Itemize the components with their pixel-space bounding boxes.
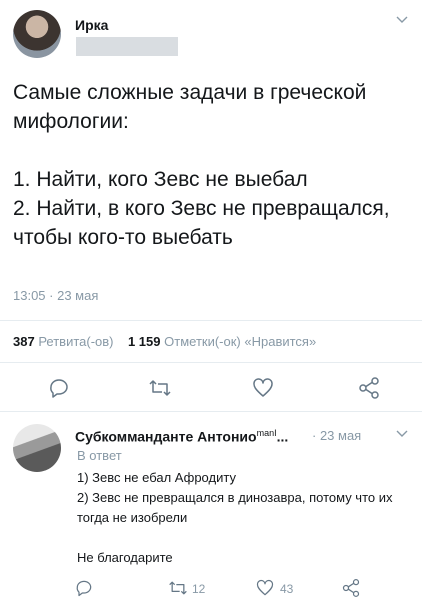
like-icon[interactable] — [255, 578, 275, 598]
reply-author-avatar[interactable] — [13, 424, 61, 472]
reply-author-ellipsis: ... — [276, 428, 289, 445]
chevron-down-icon[interactable] — [395, 12, 409, 26]
chevron-down-icon[interactable] — [395, 426, 409, 440]
reply-likes-count: 43 — [280, 582, 294, 596]
reply-author-name-text: Субкомманданте Антонио — [75, 428, 257, 445]
divider — [0, 362, 422, 363]
tweet-stats: 387 Ретвита(-ов) 1 159 Отметки(-ок) «Нра… — [13, 334, 316, 349]
reply-icon[interactable] — [74, 578, 94, 598]
tweet-text: Самые сложные задачи в греческой мифолог… — [13, 81, 390, 249]
likes-count[interactable]: 1 159 — [128, 334, 161, 349]
tweet-timestamp[interactable]: 13:05 · 23 мая — [13, 288, 98, 303]
author-avatar[interactable] — [13, 10, 61, 58]
retweet-icon[interactable] — [168, 578, 188, 598]
like-icon[interactable] — [251, 376, 275, 400]
reply-author-name-suffix: manI — [256, 428, 277, 438]
author-handle-redacted — [76, 37, 178, 56]
reply-retweets-count: 12 — [192, 582, 206, 596]
share-icon[interactable] — [341, 578, 361, 598]
reply-to-label[interactable]: В ответ — [77, 448, 122, 463]
author-name[interactable]: Ирка — [75, 17, 108, 33]
retweets-count[interactable]: 387 — [13, 334, 35, 349]
divider — [0, 320, 422, 321]
retweets-label[interactable]: Ретвита(-ов) — [38, 334, 113, 349]
retweet-icon[interactable] — [148, 376, 172, 400]
divider — [0, 411, 422, 412]
reply-icon[interactable] — [47, 376, 71, 400]
likes-label[interactable]: Отметки(-ок) «Нравится» — [164, 334, 316, 349]
share-icon[interactable] — [357, 376, 381, 400]
reply-text: 1) Зевс не ебал Афродиту 2) Зевс не прев… — [77, 470, 393, 565]
reply-author-name[interactable]: Субкомманданте АнтониоmanI... — [75, 428, 288, 445]
reply-date[interactable]: · 23 мая — [312, 428, 361, 443]
